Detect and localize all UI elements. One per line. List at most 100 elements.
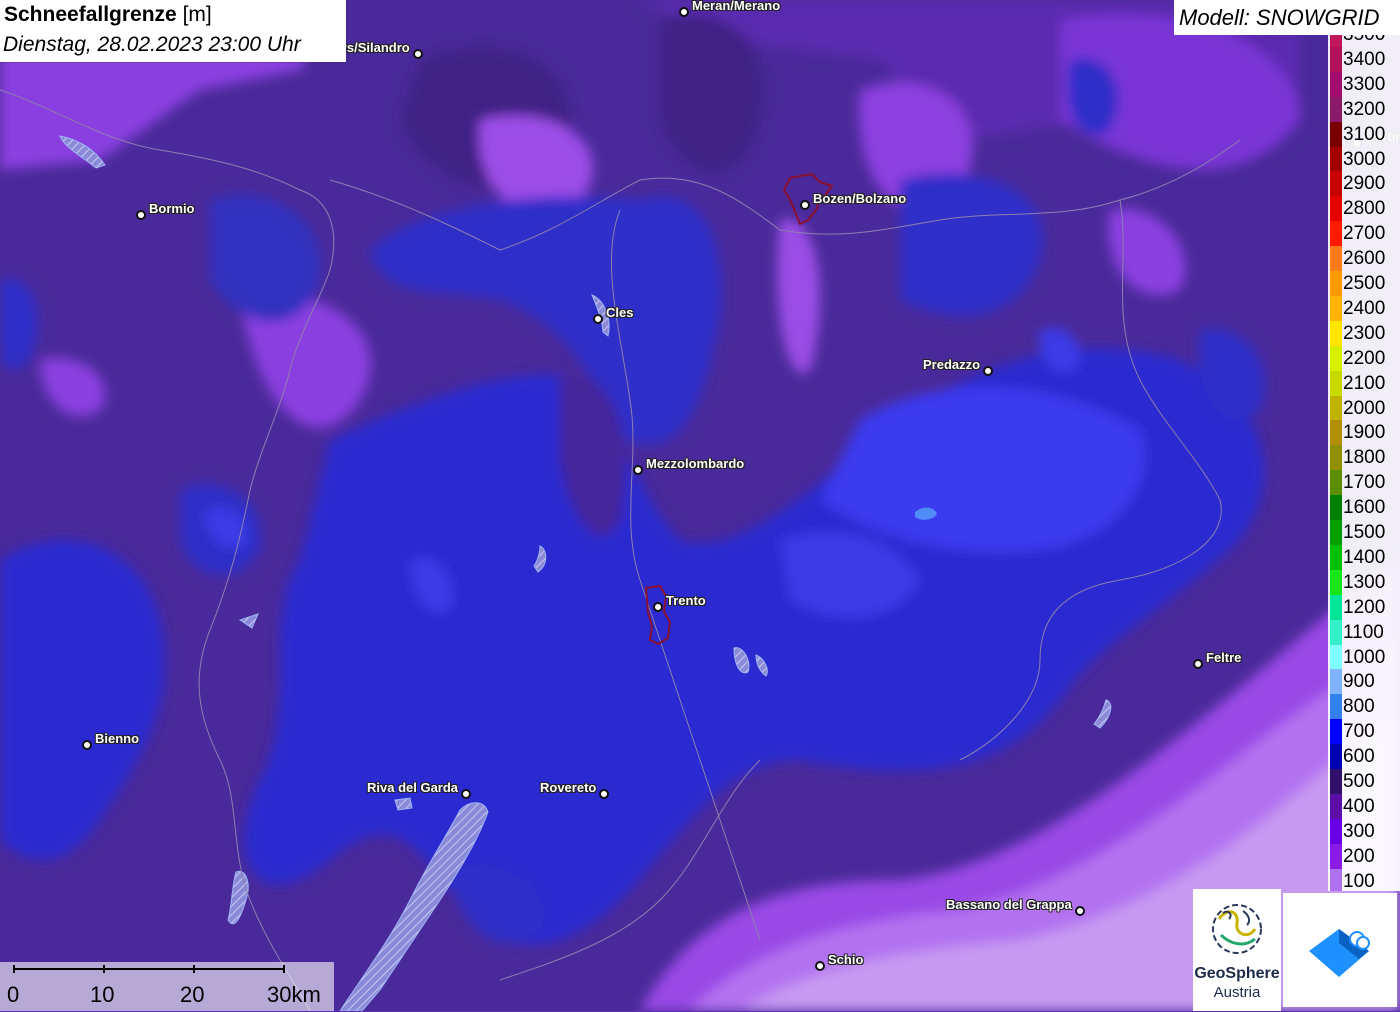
city-label: Schio <box>828 952 864 967</box>
geosphere-country: Austria <box>1213 984 1261 1001</box>
legend-label: 2400 <box>1343 297 1386 319</box>
legend-swatch <box>1330 196 1342 222</box>
legend-label: 1700 <box>1343 472 1386 494</box>
legend-row-3200: 3200 <box>1328 96 1400 122</box>
legend-row-1800: 1800 <box>1328 445 1400 471</box>
legend-row-1900: 1900 <box>1328 420 1400 446</box>
legend-row-200: 200 <box>1328 843 1400 869</box>
legend-swatch <box>1330 669 1342 695</box>
legend-row-400: 400 <box>1328 793 1400 819</box>
legend-label: 3500 <box>1343 35 1385 46</box>
legend-swatch <box>1330 171 1342 197</box>
geosphere-name: GeoSphere <box>1194 965 1280 982</box>
city-dot <box>1193 659 1203 669</box>
legend-label: 300 <box>1343 820 1375 842</box>
city-dot <box>599 789 609 799</box>
legend-label: 1000 <box>1343 646 1386 668</box>
legend-label: 500 <box>1343 771 1375 792</box>
city-dot <box>983 366 993 376</box>
legend-row-1700: 1700 <box>1328 470 1400 496</box>
city-label: Mezzolombardo <box>646 456 745 471</box>
legend-row-700: 700 <box>1328 719 1400 745</box>
legend-row-2500: 2500 <box>1328 271 1400 296</box>
legend-label: 1600 <box>1343 497 1386 519</box>
city-dot <box>82 740 92 750</box>
legend-label: 1300 <box>1343 571 1386 593</box>
legend-row-2700: 2700 <box>1328 221 1400 247</box>
legend-swatch <box>1330 719 1342 745</box>
app-logo[interactable] <box>1283 893 1397 1007</box>
legend-label: 600 <box>1343 746 1375 768</box>
legend-row-3100: 3100 <box>1328 121 1400 147</box>
legend-label: 1800 <box>1343 447 1386 469</box>
legend-label: 2200 <box>1343 347 1386 369</box>
legend-label: 100 <box>1343 870 1375 891</box>
legend-swatch <box>1330 395 1342 421</box>
city-dot <box>136 210 146 220</box>
legend-swatch <box>1330 868 1342 891</box>
legend-row-2600: 2600 <box>1328 246 1400 272</box>
model-label-box: Modell: SNOWGRID <box>1174 0 1400 35</box>
map-subtitle: Dienstag, 28.02.2023 23:00 Uhr <box>3 33 301 56</box>
legend-swatch <box>1330 619 1342 645</box>
city-label: Bassano del Grappa <box>946 897 1072 912</box>
legend-swatch <box>1330 569 1342 595</box>
legend-swatch <box>1330 96 1342 122</box>
legend-label: 3300 <box>1343 73 1386 95</box>
scale-bar: 0 10 20 30km <box>0 962 334 1011</box>
legend-swatch <box>1330 320 1342 346</box>
city-dot <box>800 200 810 210</box>
city-label: Trento <box>666 593 706 608</box>
color-legend: 3500 3400 3300 3200 3100 3000 2900 2800 2700 2600… <box>1328 35 1400 891</box>
legend-swatch <box>1330 345 1342 371</box>
app-logo-icon <box>1309 929 1370 977</box>
city-dot <box>1075 906 1085 916</box>
scale-label-0: 0 <box>7 982 20 1007</box>
scale-label-10: 10 <box>90 982 115 1007</box>
legend-row-3500: 3500 <box>1328 35 1400 47</box>
legend-label: 1900 <box>1343 422 1386 444</box>
city-label: Bozen/Bolzano <box>813 191 907 206</box>
city-label: Predazzo <box>923 357 981 372</box>
map-title-box: Schneefallgrenze [m] Dienstag, 28.02.202… <box>0 0 346 62</box>
legend-swatch <box>1330 470 1342 496</box>
legend-swatch <box>1330 121 1342 147</box>
legend-row-2300: 2300 <box>1328 320 1400 346</box>
legend-label: 2900 <box>1343 173 1386 195</box>
legend-row-3400: 3400 <box>1328 46 1400 72</box>
scale-label-20: 20 <box>180 982 205 1007</box>
snowfall-limit-map[interactable] <box>0 0 1400 1011</box>
legend-swatch <box>1330 818 1342 844</box>
city-dot <box>461 789 471 799</box>
legend-swatch <box>1330 271 1342 296</box>
legend-swatch <box>1330 221 1342 247</box>
city-dot <box>653 602 663 612</box>
legend-label: 3100 <box>1343 123 1386 145</box>
legend-row-1400: 1400 <box>1328 544 1400 570</box>
legend-row-2000: 2000 <box>1328 395 1400 421</box>
city-dot <box>633 465 643 475</box>
legend-label: 800 <box>1343 696 1375 718</box>
legend-swatch <box>1330 420 1342 446</box>
legend-row-1100: 1100 <box>1328 619 1400 645</box>
model-label: Modell: SNOWGRID <box>1179 5 1380 30</box>
legend-row-2100: 2100 <box>1328 370 1400 396</box>
legend-label: 1400 <box>1343 546 1386 568</box>
legend-swatch <box>1330 495 1342 521</box>
legend-swatch <box>1330 843 1342 869</box>
legend-label: 1100 <box>1343 621 1384 643</box>
legend-label: 3000 <box>1343 148 1386 170</box>
city-dot <box>815 961 825 971</box>
legend-row-2200: 2200 <box>1328 345 1400 371</box>
map-title-unit: [m] <box>182 3 212 26</box>
legend-row-3000: 3000 <box>1328 146 1400 172</box>
legend-label: 700 <box>1343 721 1375 743</box>
scale-label-30: 30km <box>267 982 321 1007</box>
legend-label: 2100 <box>1343 372 1386 394</box>
legend-swatch <box>1330 793 1342 819</box>
legend-swatch <box>1330 295 1342 321</box>
legend-label: 1200 <box>1343 596 1386 618</box>
geosphere-austria-logo[interactable]: GeoSphere Austria <box>1193 889 1281 1011</box>
city-label: Cles <box>606 305 634 320</box>
legend-swatch <box>1330 370 1342 396</box>
